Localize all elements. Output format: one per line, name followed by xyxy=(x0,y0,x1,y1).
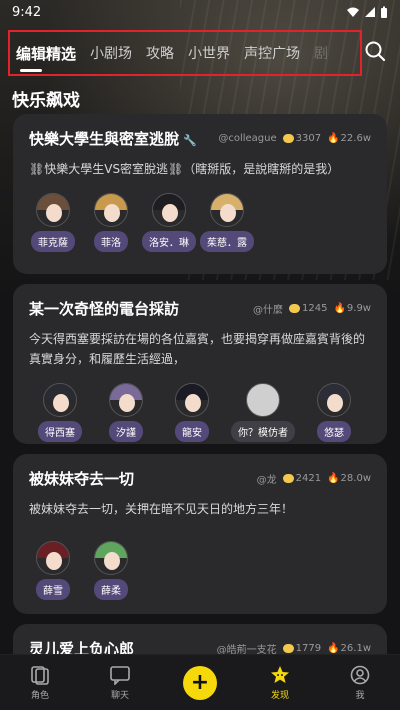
nav-label: 角色 xyxy=(30,690,49,701)
avatar-placeholder xyxy=(246,383,280,417)
story-card[interactable]: 快樂大學生與密室逃脫 🔧 @colleague 3307 🔥22.6w ⛓快樂大學… xyxy=(13,114,387,274)
character-name: 洛安．琳 xyxy=(142,231,196,252)
character-item[interactable]: 龍安 xyxy=(161,383,223,442)
nav-role[interactable]: 角色 xyxy=(10,665,70,701)
heat-count: 9.9w xyxy=(346,303,371,314)
heat-count: 28.0w xyxy=(340,473,371,484)
tab-mini-theater[interactable]: 小剧场 xyxy=(90,43,132,63)
character-item[interactable]: 洛安．琳 xyxy=(142,193,196,252)
add-icon: + xyxy=(183,665,217,700)
character-item[interactable]: 汐謹 xyxy=(95,383,157,442)
nav-label: 我 xyxy=(355,690,365,701)
discover-icon xyxy=(271,665,289,683)
chat-icon xyxy=(110,665,130,685)
fire-icon: 🔥 xyxy=(327,473,340,484)
card-title: 快樂大學生與密室逃脫 🔧 xyxy=(29,130,197,148)
avatar xyxy=(43,383,77,417)
chat-count: 2421 xyxy=(295,473,322,484)
nav-label: 发现 xyxy=(270,690,289,701)
character-name: 龍安 xyxy=(175,421,209,442)
character-list: 得西塞 汐謹 龍安 你？模仿者 悠瑟 xyxy=(29,383,371,442)
chat-count: 3307 xyxy=(295,133,322,144)
card-author[interactable]: @什麼 xyxy=(253,301,283,316)
avatar xyxy=(36,541,70,575)
role-icon xyxy=(31,665,49,685)
card-meta: @colleague 3307 🔥22.6w xyxy=(218,133,371,144)
nav-add[interactable]: + xyxy=(170,665,230,700)
heat-count: 22.6w xyxy=(340,133,371,144)
tab-mini-world[interactable]: 小世界 xyxy=(188,43,230,63)
avatar xyxy=(175,383,209,417)
tab-voice-square[interactable]: 声控广场 xyxy=(244,43,300,63)
wrench-icon: 🔧 xyxy=(183,134,197,147)
nav-label: 聊天 xyxy=(110,690,129,701)
card-title: 被妹妹夺去一切 xyxy=(29,470,135,488)
card-title: 某一次奇怪的電台採訪 xyxy=(29,300,180,318)
chat-count-icon xyxy=(289,303,300,313)
character-list: 薛雪 薛柔 xyxy=(29,541,371,600)
nav-chat[interactable]: 聊天 xyxy=(90,665,150,701)
battery-icon xyxy=(381,6,387,18)
character-name: 得西塞 xyxy=(38,421,82,442)
card-description: 被妹妹夺去一切，关押在暗不见天日的地方三年！ xyxy=(29,502,294,516)
character-name: 薛柔 xyxy=(94,579,128,600)
fire-icon: 🔥 xyxy=(327,133,340,144)
avatar xyxy=(152,193,186,227)
category-tabs: 编辑精选 小剧场 攻略 小世界 声控广场 剧 xyxy=(8,30,362,76)
avatar xyxy=(94,541,128,575)
tab-guides[interactable]: 攻略 xyxy=(146,43,174,63)
chat-count: 1779 xyxy=(295,643,322,654)
avatar xyxy=(317,383,351,417)
status-bar: 9:42 xyxy=(0,0,400,24)
section-title: 快乐飙戏 xyxy=(12,91,80,111)
character-item[interactable]: 悠瑟 xyxy=(303,383,365,442)
avatar xyxy=(210,193,244,227)
heat-count: 26.1w xyxy=(340,643,371,654)
character-name: 汐謹 xyxy=(109,421,143,442)
character-name: 菲洛 xyxy=(94,231,128,252)
avatar xyxy=(36,193,70,227)
character-name: 菲克薩 xyxy=(31,231,75,252)
status-icons xyxy=(346,6,388,19)
character-list: 菲克薩 菲洛 洛安．琳 茱慈．露 xyxy=(29,193,371,252)
avatar xyxy=(109,383,143,417)
character-name: 茱慈．露 xyxy=(200,231,254,252)
wifi-icon xyxy=(347,7,359,17)
character-item[interactable]: 茱慈．露 xyxy=(200,193,254,252)
story-card[interactable]: 被妹妹夺去一切 @龙 2421 🔥28.0w 被妹妹夺去一切，关押在暗不见天日的… xyxy=(13,454,387,614)
character-item[interactable]: 得西塞 xyxy=(29,383,91,442)
chat-count-icon xyxy=(282,473,294,483)
nav-discover[interactable]: 发现 xyxy=(250,665,310,701)
story-card[interactable]: 某一次奇怪的電台採訪 @什麼 1245 🔥9.9w 今天得西塞要採訪在場的各位嘉… xyxy=(13,284,387,444)
character-item[interactable]: 薛柔 xyxy=(87,541,135,600)
character-item[interactable]: 你？模仿者 xyxy=(227,383,299,442)
card-meta: @龙 2421 🔥28.0w xyxy=(257,471,371,486)
card-author[interactable]: @龙 xyxy=(257,471,277,486)
character-item[interactable]: 菲洛 xyxy=(87,193,135,252)
character-name: 薛雪 xyxy=(36,579,70,600)
chat-count-icon xyxy=(282,643,294,653)
card-meta: @什麼 1245 🔥9.9w xyxy=(253,301,371,316)
search-icon[interactable] xyxy=(364,40,386,62)
chat-count-icon xyxy=(282,133,294,143)
character-item[interactable]: 薛雪 xyxy=(29,541,77,600)
status-time: 9:42 xyxy=(12,4,42,20)
profile-icon xyxy=(350,665,370,684)
tab-drama[interactable]: 剧 xyxy=(314,43,328,63)
character-item[interactable]: 菲克薩 xyxy=(29,193,77,252)
character-name: 你？模仿者 xyxy=(231,421,295,442)
chat-count: 1245 xyxy=(302,303,328,314)
fire-icon: 🔥 xyxy=(327,643,340,654)
tab-editor-picks[interactable]: 编辑精选 xyxy=(16,43,76,72)
fire-icon: 🔥 xyxy=(333,303,346,314)
card-description: ⛓快樂大學生VS密室脫逃⛓（瞎掰版，是說瞎掰的是我） xyxy=(29,162,340,176)
avatar xyxy=(94,193,128,227)
card-description: 今天得西塞要採訪在場的各位嘉賓，也要揭穿再做座嘉賓背後的真實身分，和履歷生活經過… xyxy=(29,332,366,366)
bottom-nav: 角色 聊天 + 发现 我 xyxy=(0,654,400,710)
card-author[interactable]: @colleague xyxy=(218,133,276,144)
character-name: 悠瑟 xyxy=(317,421,351,442)
signal-icon xyxy=(365,7,375,17)
nav-profile[interactable]: 我 xyxy=(330,665,390,701)
